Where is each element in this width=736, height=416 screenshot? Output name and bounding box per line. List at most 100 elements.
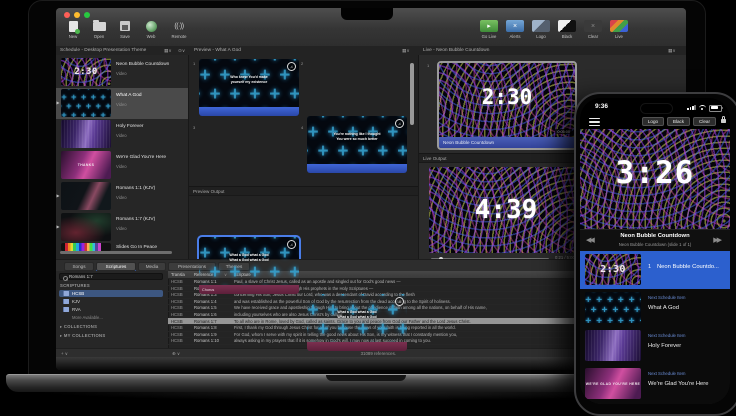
- clear-icon: ×: [584, 20, 602, 32]
- open-button[interactable]: Open: [86, 19, 112, 39]
- next-icon[interactable]: ▶▶: [713, 236, 722, 244]
- phone-schedule-list: 2:30 1 Neon Bubble Countdo... + + + + + + + + + +…: [580, 251, 730, 404]
- countdown-text: 4:39: [474, 195, 538, 225]
- add-button[interactable]: + ∨: [61, 351, 68, 357]
- schedule-view-icon[interactable]: ▦∨: [164, 48, 172, 54]
- lid-notch: [326, 375, 406, 381]
- schedule-item-neon-bubble-countdown[interactable]: 2:30 Neon Bubble Countdown Video: [56, 57, 188, 88]
- live-view-icon[interactable]: ▦∨: [668, 48, 676, 54]
- countdown-text: 3:26: [615, 155, 695, 191]
- web-button[interactable]: Web: [138, 20, 164, 39]
- next-schedule-label: Next Schedule Item: [648, 333, 686, 338]
- sort-icon[interactable]: ∨: [224, 272, 227, 277]
- lock-icon[interactable]: [721, 116, 726, 123]
- expander-icon[interactable]: ▶: [57, 193, 60, 198]
- camera-notch: [341, 8, 393, 20]
- close-window-button[interactable]: [64, 12, 70, 18]
- remote-antenna-icon: ((·)): [174, 22, 184, 30]
- open-label: Open: [93, 34, 105, 39]
- phone-item-neon-bubble[interactable]: 2:30 1 Neon Bubble Countdo...: [580, 251, 730, 290]
- bible-rva[interactable]: RVA: [59, 306, 163, 313]
- group-bar: [199, 107, 299, 116]
- expander-icon[interactable]: ▶: [57, 224, 60, 229]
- black-button[interactable]: Black: [554, 20, 580, 39]
- item-title: Holy Forever: [116, 124, 144, 129]
- thumbnail: [61, 243, 111, 251]
- vertical-scrollbar[interactable]: [410, 63, 414, 125]
- zoom-window-button[interactable]: [84, 12, 90, 18]
- schedule-item-holy-forever[interactable]: Holy Forever Video: [56, 119, 188, 150]
- phone-screen: 9:36 Logo Black Clear 3:26 ◀◀ Neon Bubbl…: [580, 98, 730, 404]
- schedule-item-romans-1-7[interactable]: ▶ Romans 1:7 (KJV) Video: [56, 212, 188, 243]
- alerts-button[interactable]: × Alerts: [502, 20, 528, 39]
- live-output-slide: 4:39: [429, 167, 583, 253]
- col-reference[interactable]: Reference: [194, 272, 213, 277]
- phone-item-what-a-god[interactable]: ++++++++++++++++++++++++++++ Next Schedu…: [580, 289, 730, 328]
- bible-hcsb[interactable]: HCSB: [59, 290, 163, 297]
- clear-button[interactable]: × Clear: [580, 20, 606, 39]
- preview-view-icon[interactable]: ▦∨: [402, 48, 410, 54]
- window-controls: [64, 12, 90, 18]
- phone-logo-button[interactable]: Logo: [642, 116, 664, 126]
- col-scripture[interactable]: Scripture: [234, 272, 251, 277]
- live-button[interactable]: Live: [606, 20, 632, 39]
- new-button[interactable]: New: [60, 20, 86, 39]
- col-translation[interactable]: Transla: [171, 272, 185, 277]
- signal-icon: [687, 105, 696, 110]
- preview-slide-1[interactable]: ♫ Who knew You'd make yourself my existen…: [199, 59, 299, 116]
- audio-icon: ♫: [287, 240, 296, 249]
- phone-item-holy-forever[interactable]: Next Schedule Item Holy Forever: [580, 327, 730, 366]
- phone-live-view: 3:26: [580, 129, 730, 229]
- menu-icon[interactable]: [589, 118, 600, 127]
- tab-scriptures[interactable]: Scriptures: [96, 261, 136, 271]
- now-playing-bar: ◀◀ Neon Bubble Countdown Neon Bubble Cou…: [580, 229, 730, 252]
- go-live-label: Go Live: [481, 34, 497, 39]
- more-available-link[interactable]: More Available...: [72, 315, 103, 320]
- phone-clear-button[interactable]: Clear: [693, 116, 716, 126]
- alerts-icon: ×: [506, 20, 524, 32]
- phone-status-bar: 9:36: [580, 102, 730, 114]
- thumbnail: [61, 120, 111, 148]
- schedule-item-romans-1-1[interactable]: ▶ Romans 1:1 (KJV) Video: [56, 181, 188, 212]
- preview-slide-2[interactable]: ♫ You're nothing like I thought You were …: [307, 116, 407, 173]
- scripture-search-input[interactable]: Romans 1:7: [59, 273, 163, 281]
- phone-item-were-glad[interactable]: WE'RE GLAD YOU'RE HERE Next Schedule Ite…: [580, 365, 730, 404]
- wifi-icon: [699, 104, 706, 111]
- audio-icon: ♫: [395, 297, 404, 306]
- now-title: Neon Bubble Countdown: [620, 233, 690, 239]
- schedule-item-what-a-god[interactable]: ▶ ++++++++++++++++++++++++++++ What A Go…: [56, 88, 188, 119]
- save-button[interactable]: Save: [112, 20, 138, 39]
- live-slide[interactable]: 2:30 0:05:00 Neon Bubble Countdown: [437, 61, 577, 150]
- item-title: We're Glad You're Here: [116, 155, 167, 160]
- phone-item-partial[interactable]: Next Schedule Item: [580, 403, 730, 404]
- tab-songs[interactable]: Songs: [64, 261, 94, 271]
- slide-number: 2: [301, 61, 304, 66]
- live-slide-label: Neon Bubble Countdown: [439, 137, 575, 148]
- item-subtitle: Video: [116, 133, 127, 138]
- group-bar: [307, 342, 407, 351]
- phone-black-button[interactable]: Black: [667, 116, 690, 126]
- go-live-button[interactable]: ▸ Go Live: [476, 20, 502, 39]
- black-label: Black: [561, 34, 573, 39]
- table-options-icon[interactable]: ⊕ ∨: [172, 351, 180, 357]
- go-live-icon: ▸: [480, 20, 498, 32]
- schedule-item-were-glad[interactable]: THANKS We're Glad You're Here Video: [56, 150, 188, 181]
- collections-group[interactable]: ▸ COLLECTIONS: [60, 324, 97, 329]
- schedule-sort-icon[interactable]: ⊙∨: [178, 48, 185, 54]
- item-subtitle: Video: [116, 226, 127, 231]
- search-icon: [62, 275, 68, 281]
- expander-icon[interactable]: ▶: [57, 100, 60, 105]
- thumbnail: [61, 182, 111, 210]
- horizontal-scrollbar[interactable]: [60, 251, 172, 254]
- remote-button[interactable]: ((·)) Remote: [164, 20, 194, 40]
- save-icon: [120, 21, 130, 31]
- thumbnail: WE'RE GLAD YOU'RE HERE: [585, 368, 641, 399]
- minimize-window-button[interactable]: [74, 12, 80, 18]
- logo-button[interactable]: Logo: [528, 20, 554, 39]
- new-document-icon: [68, 20, 80, 34]
- next-schedule-label: Next Schedule Item: [648, 295, 686, 300]
- bible-kjv[interactable]: KJV: [59, 298, 163, 305]
- group-bar: [307, 164, 407, 173]
- my-collections-group[interactable]: ▸ MY COLLECTIONS: [60, 333, 105, 338]
- tab-media[interactable]: Media: [138, 261, 166, 271]
